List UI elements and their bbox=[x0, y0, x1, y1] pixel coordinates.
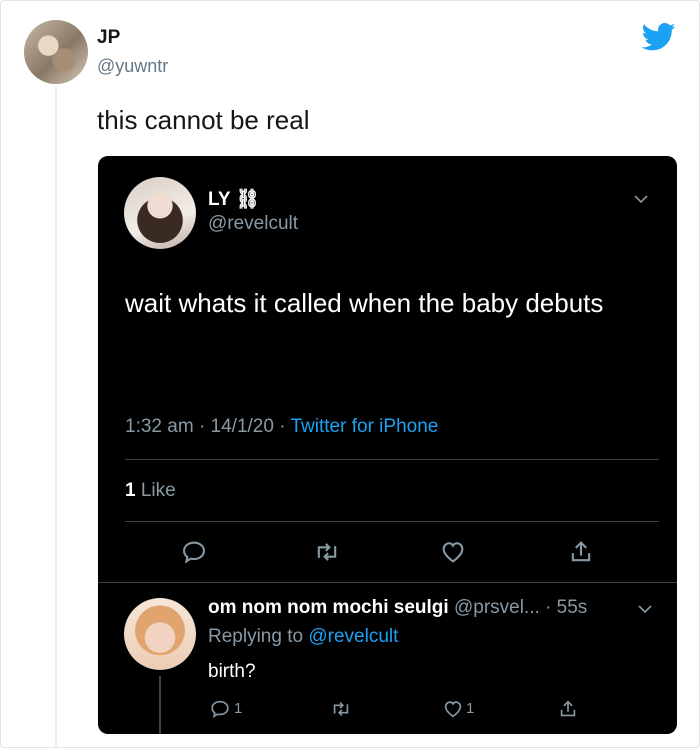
quoted-author-name: LY ⛓ bbox=[208, 189, 260, 210]
retweet-icon bbox=[333, 701, 349, 717]
replying-prefix: Replying to bbox=[208, 626, 304, 647]
reply-author-name: om nom nom mochi seulgi bbox=[208, 597, 449, 618]
reply-header: om nom nom mochi seulgi @prsvel... · 55s bbox=[208, 597, 587, 619]
like-icon bbox=[442, 542, 464, 563]
divider bbox=[125, 521, 659, 522]
likes-label: Like bbox=[140, 480, 176, 501]
author-name[interactable]: JP bbox=[97, 27, 120, 49]
replying-to: Replying to @revelcult bbox=[208, 626, 398, 648]
reply-time: · 55s bbox=[545, 597, 588, 618]
chevron-down-icon bbox=[634, 195, 648, 204]
tweet-card: JP @yuwntr this cannot be real LY ⛓ @rev… bbox=[0, 0, 700, 748]
share-icon bbox=[560, 700, 576, 717]
like-icon bbox=[444, 701, 462, 718]
reply-icon bbox=[183, 541, 205, 564]
tweet-date: 14/1/20 bbox=[210, 416, 274, 437]
author-handle[interactable]: @yuwntr bbox=[97, 56, 168, 77]
reply-icon bbox=[211, 700, 229, 719]
divider bbox=[125, 459, 659, 460]
tweet-source: Twitter for iPhone bbox=[290, 416, 439, 437]
tweet-meta: 1:32 am · 14/1/20 · Twitter for iPhone bbox=[125, 416, 438, 438]
quoted-tweet-image[interactable]: LY ⛓ @revelcult wait whats it called whe… bbox=[98, 156, 677, 734]
chevron-down-icon bbox=[638, 605, 652, 614]
likes-count: 1 bbox=[125, 480, 136, 501]
quoted-tweet-text: wait whats it called when the baby debut… bbox=[125, 288, 604, 318]
tweet-text: this cannot be real bbox=[97, 105, 310, 135]
retweet-icon bbox=[317, 543, 337, 561]
avatar bbox=[124, 598, 196, 670]
share-icon bbox=[571, 541, 591, 562]
reply-count: 1 bbox=[234, 700, 243, 717]
twitter-bird-icon[interactable] bbox=[642, 23, 676, 51]
tweet-time: 1:32 am bbox=[125, 416, 194, 437]
reply-text: birth? bbox=[208, 661, 256, 682]
divider bbox=[98, 582, 677, 583]
replying-mention: @revelcult bbox=[308, 626, 399, 647]
reply-like-count: 1 bbox=[466, 700, 475, 717]
meta-separator: · bbox=[279, 416, 286, 437]
thread-line bbox=[159, 676, 161, 734]
likes-summary: 1 Like bbox=[125, 480, 176, 502]
meta-separator: · bbox=[198, 416, 206, 437]
avatar[interactable] bbox=[24, 20, 88, 84]
thread-line bbox=[55, 87, 57, 748]
avatar bbox=[124, 177, 196, 249]
reply-author-handle: @prsvel... bbox=[453, 597, 540, 618]
quoted-author-handle: @revelcult bbox=[208, 213, 299, 234]
